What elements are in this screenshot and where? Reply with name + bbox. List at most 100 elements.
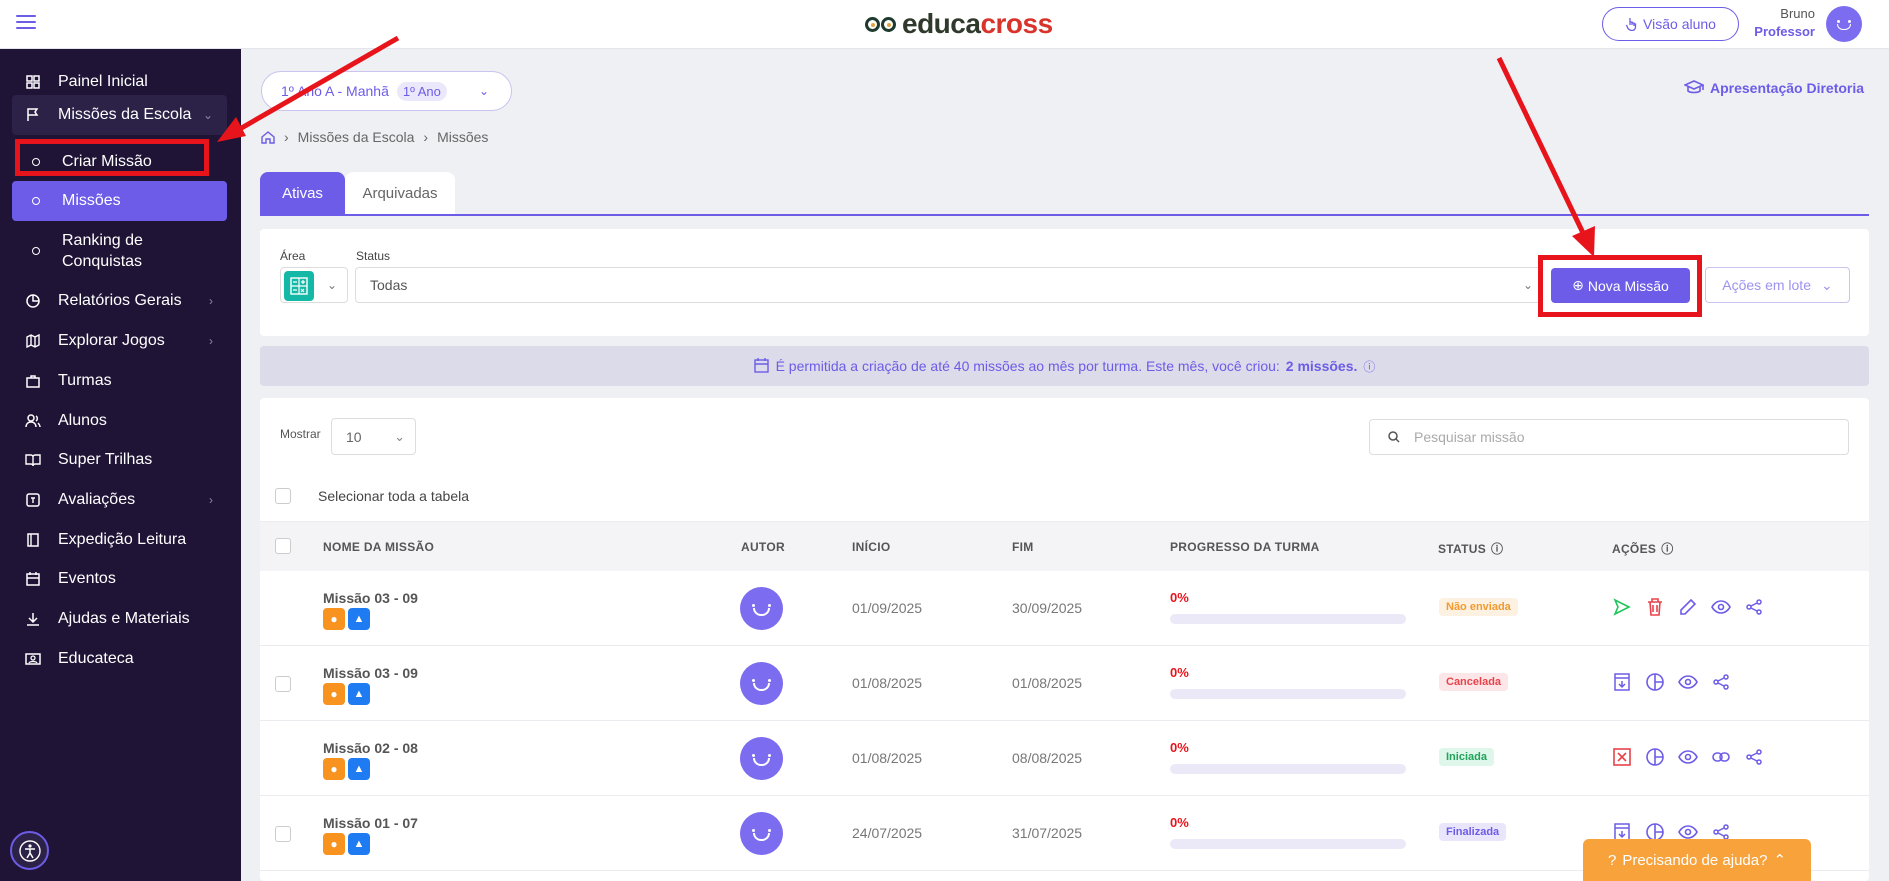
search-input[interactable]: [1414, 429, 1814, 445]
visao-aluno-button[interactable]: Visão aluno: [1602, 7, 1739, 41]
tab-arquivadas[interactable]: Arquivadas: [345, 172, 455, 215]
share-icon[interactable]: [1711, 672, 1731, 692]
home-icon[interactable]: [261, 130, 275, 144]
end-date: 31/07/2025: [1012, 825, 1083, 841]
grid-icon: [24, 73, 42, 91]
column-header-acoes-label: AÇÕES: [1612, 541, 1657, 556]
mission-name[interactable]: Missão 02 - 08: [323, 740, 418, 756]
help-button[interactable]: ? Precisando de ajuda? ⌃: [1583, 839, 1811, 881]
sidebar-item-label: Ajudas e Materiais: [58, 610, 190, 627]
sidebar-item-label: Expedição Leitura: [58, 531, 187, 548]
sidebar-item-alunos[interactable]: Alunos: [12, 403, 227, 439]
sidebar-item-eventos[interactable]: Eventos: [12, 561, 227, 597]
class-year-pill: 1º Ano: [396, 81, 447, 101]
sidebar-item-super-trilhas[interactable]: Super Trilhas: [12, 442, 227, 478]
chevron-down-icon: ⌄: [326, 278, 337, 292]
pie-chart-icon[interactable]: [1645, 672, 1665, 692]
area-select[interactable]: ⌄: [280, 267, 348, 303]
column-header-status: STATUS ⓘ: [1438, 540, 1503, 557]
educacross-logo[interactable]: educacross: [865, 8, 1053, 40]
sidebar-item-label: Painel Inicial: [58, 73, 148, 90]
chevron-down-icon: ⌄: [478, 84, 489, 98]
eye-icon[interactable]: [1678, 747, 1698, 767]
breadcrumb-item-missoes-escola[interactable]: Missões da Escola: [298, 129, 415, 145]
header-checkbox[interactable]: [275, 538, 291, 554]
archive-icon[interactable]: [1612, 672, 1632, 692]
sidebar-item-ajudas-materiais[interactable]: Ajudas e Materiais: [12, 601, 227, 637]
acoes-em-lote-label: Ações em lote: [1722, 277, 1811, 293]
column-header-acoes: AÇÕES ⓘ: [1612, 540, 1674, 557]
row-checkbox[interactable]: [275, 826, 291, 842]
mission-name[interactable]: Missão 03 - 09: [323, 665, 418, 681]
breadcrumb-separator-icon: ›: [423, 129, 429, 145]
column-header-fim: FIM: [1012, 540, 1034, 554]
cancel-square-icon[interactable]: [1612, 747, 1632, 767]
sidebar-item-missoes-escola[interactable]: Missões da Escola ⌄: [12, 95, 227, 135]
status-badge: Iniciada: [1439, 748, 1494, 766]
class-selector[interactable]: 1º Ano A - Manhã 1º Ano ⌄: [261, 71, 512, 111]
accessibility-button[interactable]: [10, 831, 49, 870]
start-date: 01/08/2025: [852, 675, 923, 691]
chevron-right-icon: ›: [209, 334, 213, 348]
row-checkbox[interactable]: [275, 676, 291, 692]
eye-icon[interactable]: [1711, 597, 1731, 617]
select-all-checkbox[interactable]: [275, 488, 291, 504]
tab-ativas[interactable]: Ativas: [260, 172, 345, 215]
user-badge-icon: ●: [323, 683, 345, 705]
eye-icon[interactable]: [1678, 672, 1698, 692]
info-circle-icon[interactable]: ⓘ: [1491, 540, 1503, 557]
sidebar-item-label: Explorar Jogos: [58, 332, 165, 349]
share-icon[interactable]: [1744, 747, 1764, 767]
chevron-down-icon: ⌄: [1820, 276, 1833, 293]
author-avatar: [740, 737, 783, 780]
select-all-label: Selecionar toda a tabela: [318, 488, 469, 504]
hand-pointer-icon: [1625, 18, 1637, 31]
info-circle-icon[interactable]: ⓘ: [1661, 540, 1673, 557]
chevron-down-icon: ⌄: [202, 108, 213, 122]
end-date: 30/09/2025: [1012, 600, 1083, 616]
calendar-icon: [24, 570, 42, 588]
status-badge: Cancelada: [1439, 673, 1509, 691]
sidebar-item-relatorios[interactable]: Relatórios Gerais ›: [12, 283, 227, 319]
start-date: 01/08/2025: [852, 750, 923, 766]
apresentacao-diretoria-link[interactable]: Apresentação Diretoria: [1684, 80, 1864, 96]
mission-name[interactable]: Missão 03 - 09: [323, 590, 418, 606]
menu-icon[interactable]: [16, 15, 36, 31]
acoes-em-lote-button[interactable]: Ações em lote ⌄: [1705, 267, 1850, 303]
user-avatar[interactable]: [1826, 6, 1862, 42]
calendar-edit-icon: [753, 358, 769, 373]
breadcrumb-item-missoes: Missões: [437, 129, 489, 145]
sidebar-item-label: Relatórios Gerais: [58, 292, 182, 309]
sidebar-item-avaliacoes[interactable]: Avaliações ›: [12, 482, 227, 518]
sidebar-item-explorar-jogos[interactable]: Explorar Jogos ›: [12, 323, 227, 359]
send-icon[interactable]: [1612, 597, 1632, 617]
users-icon: [24, 412, 42, 430]
page-size-select[interactable]: 10 ⌄: [331, 418, 416, 455]
annotation-arrow-right: [1496, 56, 1595, 257]
end-date: 01/08/2025: [1012, 675, 1083, 691]
sidebar-item-expedicao-leitura[interactable]: Expedição Leitura: [12, 522, 227, 558]
mission-name[interactable]: Missão 01 - 07: [323, 815, 418, 831]
sidebar-subitem-ranking[interactable]: Ranking de Conquistas: [12, 229, 227, 273]
table-row: Missão 03 - 09 ● ▲ 01/08/2025 01/08/2025 …: [260, 646, 1869, 721]
pie-chart-icon[interactable]: [1645, 747, 1665, 767]
share-icon[interactable]: [1744, 597, 1764, 617]
trash-icon[interactable]: [1645, 597, 1665, 617]
sidebar-item-turmas[interactable]: Turmas: [12, 363, 227, 399]
tab-underline: [260, 214, 1869, 216]
sidebar-item-label: Avaliações: [58, 491, 136, 508]
sidebar-item-educateca[interactable]: Educateca: [12, 641, 227, 677]
status-badge: Não enviada: [1439, 598, 1518, 616]
pie-chart-icon: [24, 292, 42, 310]
clipboard-icon: [24, 491, 42, 509]
link-icon[interactable]: [1711, 747, 1731, 767]
info-circle-icon[interactable]: ⓘ: [1363, 358, 1375, 375]
chevron-right-icon: ›: [209, 294, 213, 308]
pencil-icon[interactable]: [1678, 597, 1698, 617]
sidebar-subitem-missoes[interactable]: Missões: [12, 181, 227, 221]
progress-percent: 0%: [1170, 665, 1189, 680]
status-select[interactable]: Todas ⌄: [355, 267, 1542, 303]
missions-table-card: Mostrar 10 ⌄ Selecionar toda a tabela NO…: [260, 398, 1869, 881]
graduation-badge-icon: ▲: [348, 833, 370, 855]
row-actions: [1612, 597, 1764, 617]
